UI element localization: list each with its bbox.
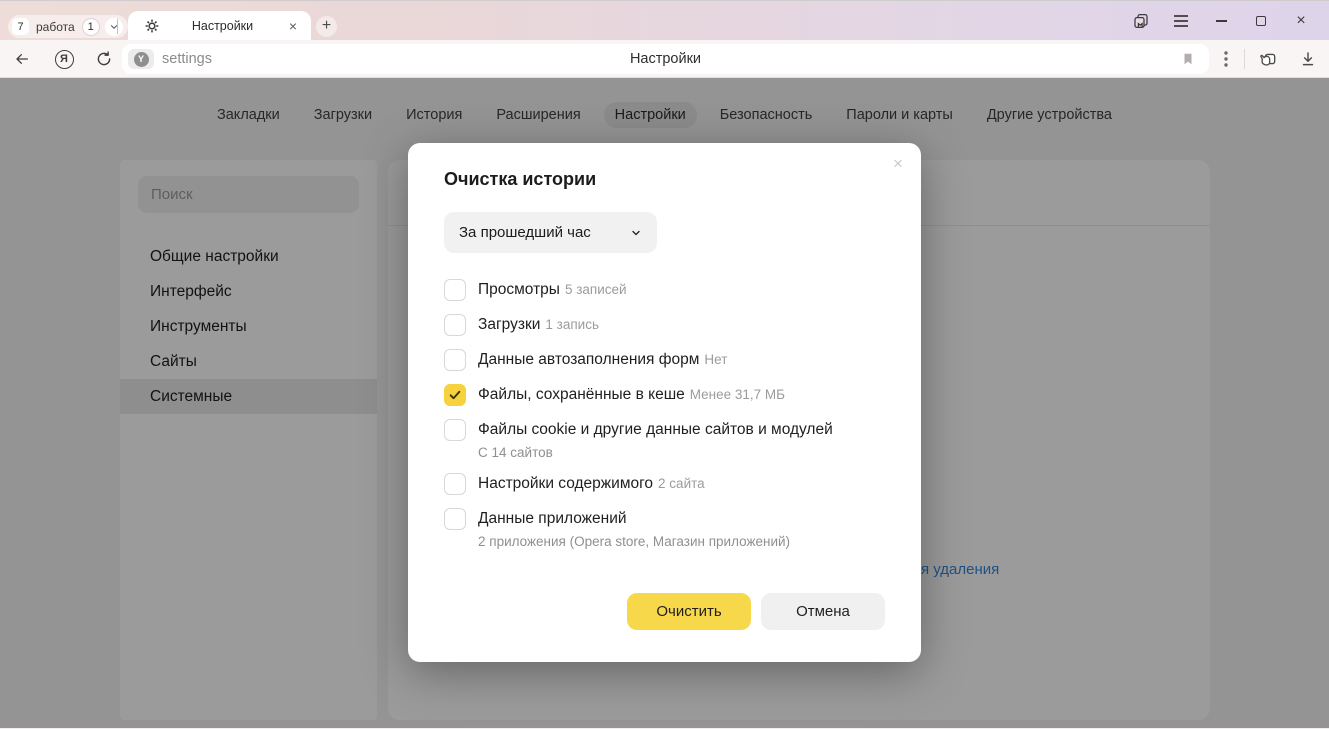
workspace-switcher[interactable]: 7 работа 1 — [8, 15, 128, 38]
toolbar-divider — [1244, 49, 1245, 69]
tab-panels-icon[interactable] — [1121, 6, 1161, 36]
item-label: Загрузки1 запись — [478, 316, 599, 334]
maximize-icon[interactable] — [1241, 6, 1281, 36]
yandex-logo-icon[interactable]: Я — [52, 47, 76, 71]
url-text: settings — [162, 51, 212, 67]
history-item-apps: Данные приложений 2 приложения (Opera sto… — [444, 508, 885, 549]
settings-page: ЗакладкиЗагрузкиИсторияРасширенияНастрой… — [0, 78, 1329, 728]
reload-icon[interactable] — [92, 47, 116, 71]
checkbox-cookies[interactable] — [444, 419, 466, 441]
item-label: Настройки содержимого2 сайта — [478, 475, 705, 493]
checkbox-autofill[interactable] — [444, 349, 466, 371]
history-item-downloads: Загрузки1 запись — [444, 314, 885, 336]
history-item-content: Настройки содержимого2 сайта — [444, 473, 885, 495]
checkbox-browsing[interactable] — [444, 279, 466, 301]
clear-history-dialog: × Очистка истории За прошедший час Просм… — [408, 143, 921, 662]
item-label: Данные приложений — [478, 510, 627, 528]
item-subdetail: 2 приложения (Opera store, Магазин прило… — [478, 534, 885, 549]
cancel-button[interactable]: Отмена — [761, 593, 885, 630]
item-detail: 1 запись — [545, 317, 599, 332]
dialog-title: Очистка истории — [444, 169, 885, 190]
tab-title: Настройки — [160, 19, 285, 33]
checkbox-cache[interactable] — [444, 384, 466, 406]
item-detail: 2 сайта — [658, 476, 705, 491]
back-icon[interactable] — [10, 47, 34, 71]
browser-toolbar: Я Y settings Настройки — [0, 40, 1329, 78]
workspace-name: работа — [34, 20, 77, 34]
checkbox-apps[interactable] — [444, 508, 466, 530]
address-bar-page-title: Настройки — [122, 51, 1209, 67]
history-item-cache: Файлы, сохранённые в кешеМенее 31,7 МБ — [444, 384, 885, 406]
dialog-actions: Очистить Отмена — [444, 593, 885, 630]
item-detail: Нет — [704, 352, 727, 367]
tab-close-icon[interactable]: × — [285, 18, 301, 34]
download-icon[interactable] — [1296, 47, 1320, 71]
item-label: Просмотры5 записей — [478, 281, 627, 299]
address-bar[interactable]: Y settings Настройки — [122, 44, 1209, 74]
history-item-autofill: Данные автозаполнения формНет — [444, 349, 885, 371]
item-label: Файлы, сохранённые в кешеМенее 31,7 МБ — [478, 386, 785, 404]
item-detail: 5 записей — [565, 282, 627, 297]
menu-icon[interactable] — [1161, 6, 1201, 36]
clear-button[interactable]: Очистить — [627, 593, 751, 630]
history-item-cookies: Файлы cookie и другие данные сайтов и мо… — [444, 419, 885, 460]
window-close-icon[interactable]: × — [1281, 6, 1321, 36]
tab-bar: 7 работа 1 Настройки × + — [0, 0, 1329, 40]
item-detail: Менее 31,7 МБ — [690, 387, 785, 402]
extensions-icon[interactable] — [1256, 47, 1280, 71]
period-select[interactable]: За прошедший час — [444, 212, 657, 253]
dialog-checklist: Просмотры5 записей Загрузки1 запись Данные… — [444, 279, 885, 562]
history-item-browsing: Просмотры5 записей — [444, 279, 885, 301]
checkbox-downloads[interactable] — [444, 314, 466, 336]
site-badge-icon[interactable]: Y — [128, 49, 154, 69]
workspace-count-badge: 1 — [82, 18, 100, 36]
checkbox-content[interactable] — [444, 473, 466, 495]
browser-tab-settings[interactable]: Настройки × — [128, 11, 311, 41]
period-select-value: За прошедший час — [459, 224, 591, 241]
kebab-menu-icon[interactable] — [1214, 47, 1238, 71]
new-tab-button[interactable]: + — [316, 16, 337, 37]
item-label: Данные автозаполнения формНет — [478, 351, 727, 369]
item-subdetail: С 14 сайтов — [478, 445, 885, 460]
gear-icon — [144, 18, 160, 34]
item-label: Файлы cookie и другие данные сайтов и мо… — [478, 421, 833, 439]
bookmark-icon[interactable] — [1181, 51, 1195, 72]
workspace-number-badge: 7 — [12, 18, 29, 35]
browser-window: 7 работа 1 Настройки × + — [0, 0, 1329, 729]
tab-separator — [117, 19, 118, 34]
minimize-icon[interactable] — [1201, 6, 1241, 36]
dialog-close-icon[interactable]: × — [887, 153, 909, 175]
chevron-down-icon[interactable] — [105, 18, 123, 36]
